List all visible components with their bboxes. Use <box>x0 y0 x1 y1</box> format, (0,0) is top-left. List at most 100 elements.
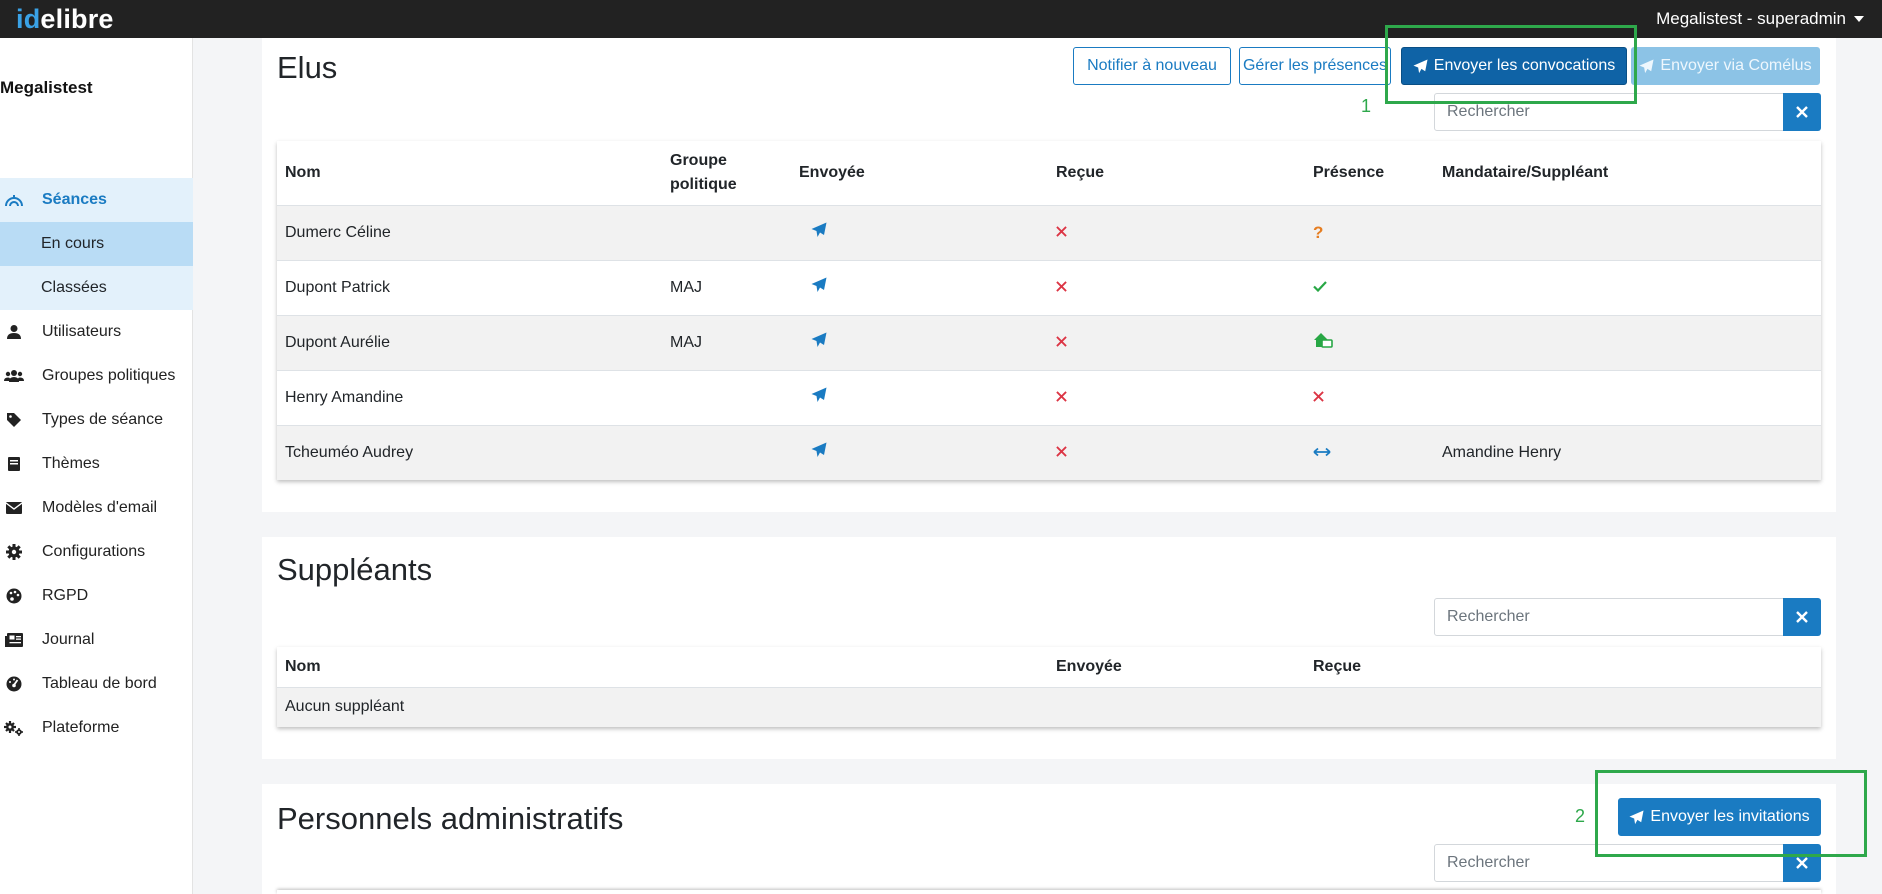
cell-nom: Henry Amandine <box>285 388 404 406</box>
book-icon <box>4 454 24 474</box>
sidebar-item-rgpd[interactable]: RGPD <box>0 574 193 618</box>
elus-search-clear-button[interactable] <box>1783 93 1821 131</box>
cell-mandataire <box>1434 205 1821 260</box>
sidebar-item-label: Types de séance <box>42 411 163 428</box>
question-icon: ? <box>1313 222 1324 242</box>
sidebar-item-seances[interactable]: Séances <box>0 178 193 222</box>
sent-icon <box>811 387 827 407</box>
newspaper-icon <box>4 630 24 650</box>
cell-mandataire: Amandine Henry <box>1442 443 1562 461</box>
user-icon <box>4 322 24 342</box>
suppleants-card: Suppléants Nom Envoyée Reçue Aucun suppl… <box>262 537 1836 759</box>
brand-part-1: id <box>16 4 41 34</box>
close-icon <box>1796 857 1808 869</box>
cell-mandataire <box>1434 315 1821 370</box>
annotation-box-2 <box>1595 770 1867 857</box>
cross-icon <box>1056 224 1067 241</box>
cell-groupe: MAJ <box>670 278 702 296</box>
annotation-number-2: 2 <box>1575 806 1586 826</box>
table-row: Aucun suppléant <box>277 687 1821 727</box>
cell-groupe <box>662 425 791 480</box>
manage-presences-button[interactable]: Gérer les présences <box>1239 47 1391 85</box>
empty-message: Aucun suppléant <box>285 698 405 716</box>
cell-groupe: MAJ <box>670 333 702 351</box>
sidebar-item-label: Modèles d'email <box>42 499 158 516</box>
column-header: Nom <box>285 163 321 181</box>
sidebar-item-utilisateurs[interactable]: Utilisateurs <box>0 310 193 354</box>
cross-icon <box>1056 334 1067 351</box>
sidebar-sub-en-cours[interactable]: En cours <box>0 222 193 266</box>
sidebar-sub-classees[interactable]: Classées <box>0 266 193 310</box>
sent-icon <box>811 332 827 352</box>
personnels-title: Personnels administratifs <box>277 801 624 836</box>
annotation-box-1 <box>1385 25 1637 104</box>
send-comelus-label: Envoyer via Comélus <box>1660 57 1812 74</box>
user-menu[interactable]: Megalistest - superadmin <box>1656 9 1864 29</box>
personnels-table-edge <box>277 890 1821 894</box>
podium-icon <box>4 190 24 210</box>
tag-icon <box>4 410 24 430</box>
sidebar-item-configurations[interactable]: Configurations <box>0 530 193 574</box>
paper-plane-icon <box>1639 58 1654 73</box>
send-comelus-button[interactable]: Envoyer via Comélus <box>1631 47 1820 85</box>
suppleants-search-clear-button[interactable] <box>1783 598 1821 636</box>
sidebar-nav: Séances En cours Classées Utilisateurs G… <box>0 178 193 750</box>
envelope-icon <box>4 498 24 518</box>
column-header: Nom <box>285 657 321 675</box>
sidebar-item-label: Séances <box>42 191 107 208</box>
table-row: Dupont Aurélie MAJ <box>277 315 1821 370</box>
suppleants-table: Nom Envoyée Reçue Aucun suppléant <box>277 647 1821 727</box>
cross-icon <box>1313 389 1324 406</box>
remote-icon <box>1313 333 1333 352</box>
check-icon <box>1313 279 1327 296</box>
cell-groupe <box>662 205 791 260</box>
manage-presences-label: Gérer les présences <box>1242 57 1388 74</box>
dashboard-icon <box>4 674 24 694</box>
column-header: Envoyée <box>1056 657 1122 675</box>
gear-icon <box>4 542 24 562</box>
sidebar-item-label: RGPD <box>42 587 89 604</box>
users-icon <box>4 366 24 386</box>
brand-logo[interactable]: idelibre <box>16 0 114 38</box>
palette-icon <box>4 586 24 606</box>
notify-again-label: Notifier à nouveau <box>1087 57 1217 74</box>
arrows-icon <box>1313 444 1331 461</box>
sidebar-item-label: Plateforme <box>42 719 120 736</box>
close-icon <box>1796 106 1808 118</box>
sidebar-item-modeles-email[interactable]: Modèles d'email <box>0 486 193 530</box>
cell-mandataire <box>1434 260 1821 315</box>
column-header: Mandataire/Suppléant <box>1442 163 1609 181</box>
elus-table: Nom Groupe politique Envoyée Reçue Prése… <box>277 141 1821 480</box>
sidebar-item-label: Utilisateurs <box>42 323 122 340</box>
cell-groupe <box>662 370 791 425</box>
cell-nom: Dupont Patrick <box>285 278 390 296</box>
sidebar-item-themes[interactable]: Thèmes <box>0 442 193 486</box>
notify-again-button[interactable]: Notifier à nouveau <box>1073 47 1231 85</box>
cross-icon <box>1056 279 1067 296</box>
sent-icon <box>811 222 827 242</box>
column-header: Groupe politique <box>670 151 737 193</box>
sidebar-item-types-seance[interactable]: Types de séance <box>0 398 193 442</box>
table-row: Henry Amandine <box>277 370 1821 425</box>
cell-nom: Tcheuméo Audrey <box>285 443 414 461</box>
close-icon <box>1796 611 1808 623</box>
sent-icon <box>811 442 827 462</box>
sidebar-title: Megalistest <box>0 78 93 97</box>
table-row: Tcheuméo Audrey Amandine Henry <box>277 425 1821 480</box>
gears-icon <box>4 718 24 738</box>
sidebar-item-tableau-de-bord[interactable]: Tableau de bord <box>0 662 193 706</box>
sidebar-item-label: Groupes politiques <box>42 367 176 384</box>
suppleants-search-input[interactable] <box>1434 598 1784 636</box>
brand-part-2: elibre <box>40 4 114 34</box>
user-menu-label: Megalistest - superadmin <box>1656 9 1846 28</box>
sidebar: Megalistest Séances En cours Classées Ut… <box>0 38 193 894</box>
sidebar-item-journal[interactable]: Journal <box>0 618 193 662</box>
cross-icon <box>1056 444 1067 461</box>
sidebar-item-plateforme[interactable]: Plateforme <box>0 706 193 750</box>
table-row: Dumerc Céline ? <box>277 205 1821 260</box>
sidebar-item-groupes[interactable]: Groupes politiques <box>0 354 193 398</box>
column-header: Reçue <box>1056 163 1105 181</box>
column-header: Reçue <box>1313 657 1362 675</box>
table-row: Dupont Patrick MAJ <box>277 260 1821 315</box>
sidebar-item-label: Tableau de bord <box>42 675 157 692</box>
